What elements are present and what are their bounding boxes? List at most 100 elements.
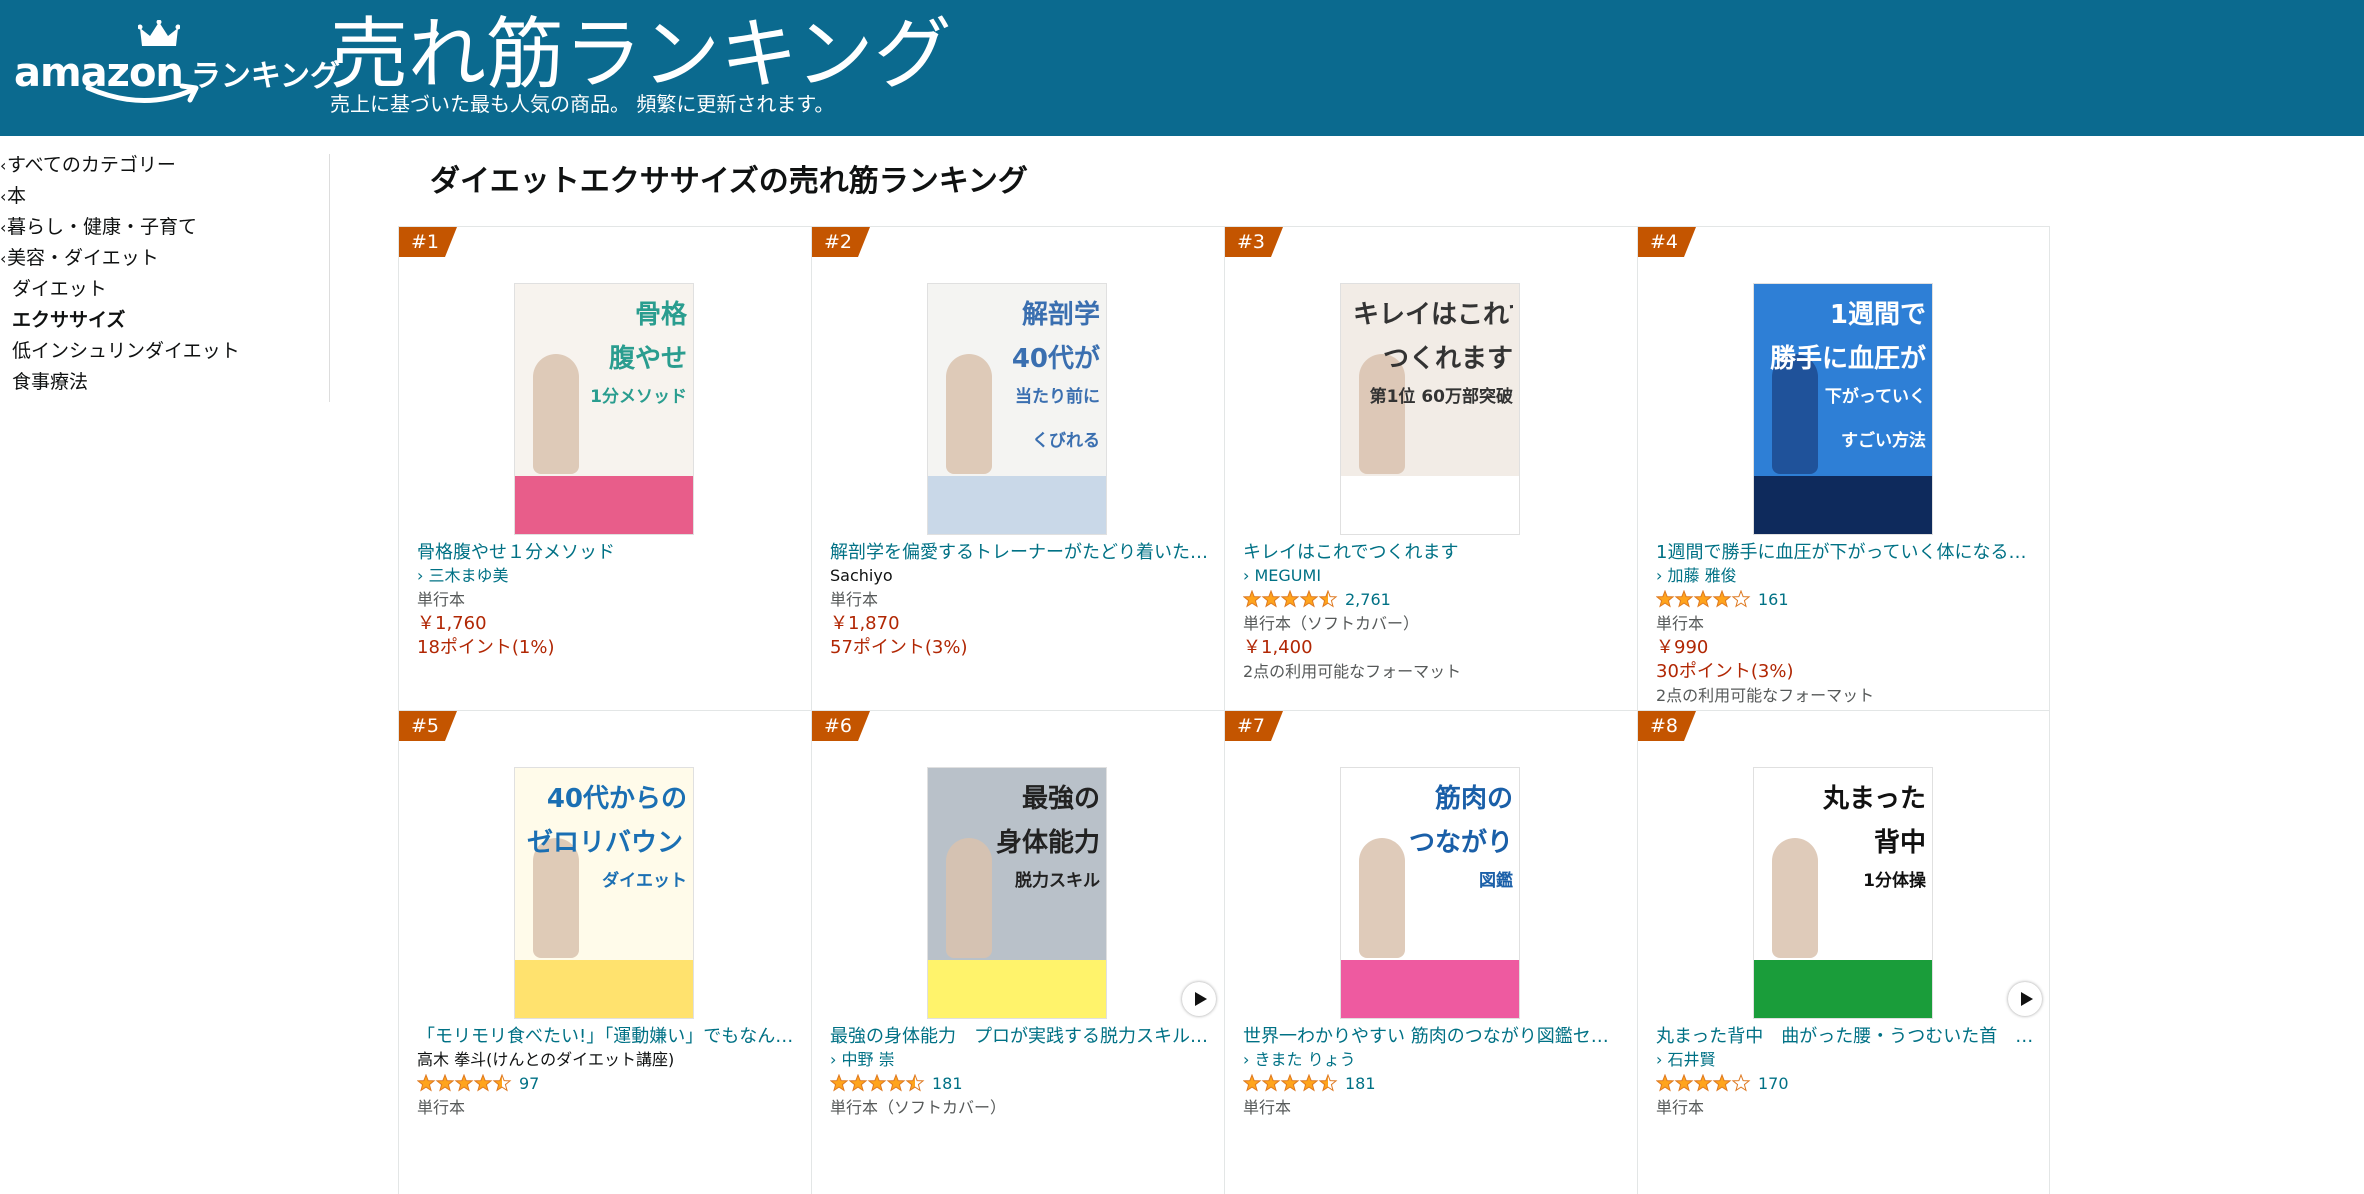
- available-formats[interactable]: 2点の利用可能なフォーマット: [1243, 660, 1621, 684]
- product-title-link[interactable]: 1週間で勝手に血圧が下がっていく体になる…: [1656, 538, 2034, 564]
- star-icon: [1318, 590, 1338, 608]
- review-count[interactable]: 170: [1758, 1074, 1789, 1093]
- product-points: 18ポイント(1%): [417, 637, 555, 658]
- product-author[interactable]: › 三木まゆ美: [417, 564, 795, 588]
- cover-text: キレイはこれで: [1353, 300, 1513, 330]
- star-rating-icon[interactable]: [1656, 590, 1752, 608]
- product-price[interactable]: ￥1,760: [417, 612, 795, 636]
- product-rating[interactable]: 161: [1656, 588, 2034, 612]
- ranking-title: ダイエットエクササイズの売れ筋ランキング: [430, 164, 1028, 199]
- star-icon: [417, 1074, 436, 1092]
- book-cover-image[interactable]: 解剖学 40代が 当たり前に くびれる: [927, 283, 1107, 535]
- review-count[interactable]: 161: [1758, 590, 1789, 609]
- rank-badge: #1: [399, 227, 457, 261]
- cover-text: 1週間で: [1829, 300, 1926, 330]
- cover-text: つくれます: [1382, 344, 1513, 374]
- product-author[interactable]: › きまた りょう: [1243, 1048, 1621, 1072]
- smile-arrow-icon: [85, 83, 199, 103]
- cover-figure: [946, 838, 992, 958]
- category-books[interactable]: ‹本: [0, 181, 330, 212]
- available-formats[interactable]: 2点の利用可能なフォーマット: [1656, 684, 2034, 708]
- star-icon: [1674, 590, 1694, 608]
- product-card: #3キレイはこれでつくれます第1位 60万部突破キレイはこれでつくれます› ME…: [1224, 226, 1637, 710]
- rank-number: #5: [411, 715, 440, 737]
- page-header: amazon ランキング 売れ筋ランキング 売上に基づいた最も人気の商品。 頻繁に…: [0, 0, 2364, 136]
- product-author[interactable]: › 中野 崇: [830, 1048, 1208, 1072]
- category-diet-therapy[interactable]: 食事療法: [0, 367, 330, 398]
- product-price[interactable]: ￥1,870: [830, 612, 1208, 636]
- product-title-link[interactable]: 最強の身体能力 プロが実践する脱力スキル…: [830, 1022, 1208, 1048]
- category-life-health[interactable]: ‹暮らし・健康・子育て: [0, 212, 330, 243]
- star-rating-icon[interactable]: [1243, 1074, 1339, 1092]
- star-icon: [1712, 590, 1732, 608]
- product-title-link[interactable]: 世界一わかりやすい 筋肉のつながり図鑑セル…: [1243, 1022, 1621, 1048]
- star-icon: [1280, 1074, 1300, 1092]
- chevron-left-icon: ‹: [0, 187, 7, 206]
- cover-text: 背中: [1873, 828, 1926, 858]
- product-rating[interactable]: 181: [1243, 1072, 1621, 1096]
- book-cover-image[interactable]: 1週間で 勝手に血圧が 下がっていく すごい方法: [1753, 283, 1933, 535]
- cover-text: ゼロリバウンド: [527, 828, 687, 858]
- category-all[interactable]: ‹すべてのカテゴリー: [0, 150, 330, 181]
- book-cover-image[interactable]: 最強の 身体能力 脱力スキル: [927, 767, 1107, 1019]
- product-format: 単行本: [1656, 1098, 1705, 1117]
- product-info: Sachiyo 単行本 ￥1,870 57ポイント(3%): [830, 564, 1208, 660]
- product-author: Sachiyo: [830, 566, 893, 585]
- book-cover-image[interactable]: キレイはこれでつくれます第1位 60万部突破: [1340, 283, 1520, 535]
- product-format: 単行本: [417, 590, 466, 609]
- product-title-link[interactable]: キレイはこれでつくれます: [1243, 538, 1621, 564]
- product-title-link[interactable]: 骨格腹やせ１分メソッド: [417, 538, 795, 564]
- book-cover-image[interactable]: 骨格 腹やせ 1分メソッド: [514, 283, 694, 535]
- review-count[interactable]: 2,761: [1345, 590, 1391, 609]
- cover-band: [1341, 960, 1519, 1018]
- star-icon: [1318, 1074, 1338, 1092]
- star-icon: [1731, 1074, 1751, 1092]
- sidebar-divider: [329, 154, 330, 402]
- product-rating[interactable]: 2,761: [1243, 588, 1621, 612]
- review-count[interactable]: 97: [519, 1074, 539, 1093]
- product-card: #2 解剖学 40代が 当たり前に くびれる解剖学を偏愛するトレーナーがたどり着いた!……: [811, 226, 1224, 710]
- product-author[interactable]: › 石井賢: [1656, 1048, 2034, 1072]
- rank-badge: #4: [1638, 227, 1696, 261]
- product-title-link[interactable]: 「モリモリ食べたい!」「運動嫌い」でもなん…: [417, 1022, 795, 1048]
- product-rating[interactable]: 97: [417, 1072, 795, 1096]
- review-count[interactable]: 181: [932, 1074, 963, 1093]
- product-price[interactable]: ￥1,400: [1243, 636, 1621, 660]
- rank-badge: #2: [812, 227, 870, 261]
- play-button[interactable]: [1182, 982, 1216, 1016]
- cover-band: [928, 960, 1106, 1018]
- star-rating-icon[interactable]: [1243, 590, 1339, 608]
- book-cover-image[interactable]: 40代からのゼロリバウンドダイエット: [514, 767, 694, 1019]
- play-button[interactable]: [2008, 982, 2042, 1016]
- product-info: › 石井賢 170 単行本: [1656, 1048, 2034, 1120]
- star-icon: [1299, 590, 1319, 608]
- product-author[interactable]: › MEGUMI: [1243, 564, 1621, 588]
- rank-number: #3: [1237, 231, 1266, 253]
- category-beauty-diet[interactable]: ‹美容・ダイエット: [0, 243, 330, 274]
- book-cover-image[interactable]: 丸まった 背中 1分体操: [1753, 767, 1933, 1019]
- star-icon: [905, 1074, 925, 1092]
- product-format: 単行本: [830, 590, 879, 609]
- logo-ranking: ランキング: [190, 59, 341, 94]
- product-price[interactable]: ￥990: [1656, 636, 2034, 660]
- cover-band: [928, 476, 1106, 534]
- star-rating-icon[interactable]: [417, 1074, 513, 1092]
- product-rating[interactable]: 181: [830, 1072, 1208, 1096]
- product-title-link[interactable]: 解剖学を偏愛するトレーナーがたどり着いた!…: [830, 538, 1208, 564]
- cover-text: 骨格: [634, 300, 687, 330]
- product-info: › MEGUMI 2,761 単行本（ソフトカバー） ￥1,400 2点の利用可能なフォ…: [1243, 564, 1621, 684]
- star-rating-icon[interactable]: [830, 1074, 926, 1092]
- rank-badge: #5: [399, 711, 457, 745]
- product-author[interactable]: › 加藤 雅俊: [1656, 564, 2034, 588]
- product-info: › 中野 崇 181 単行本（ソフトカバー）: [830, 1048, 1208, 1120]
- category-diet[interactable]: ダイエット: [0, 274, 330, 305]
- star-rating-icon[interactable]: [1656, 1074, 1752, 1092]
- book-cover-image[interactable]: 筋肉の つながり 図鑑: [1340, 767, 1520, 1019]
- category-low-insulin[interactable]: 低インシュリンダイエット: [0, 336, 330, 367]
- amazon-ranking-logo[interactable]: amazon ランキング: [14, 20, 340, 125]
- product-title-link[interactable]: 丸まった背中 曲がった腰・うつむいた首 …: [1656, 1022, 2034, 1048]
- cover-figure: [1772, 838, 1818, 958]
- product-rating[interactable]: 170: [1656, 1072, 2034, 1096]
- cover-text: 脱力スキル: [1015, 871, 1100, 891]
- review-count[interactable]: 181: [1345, 1074, 1376, 1093]
